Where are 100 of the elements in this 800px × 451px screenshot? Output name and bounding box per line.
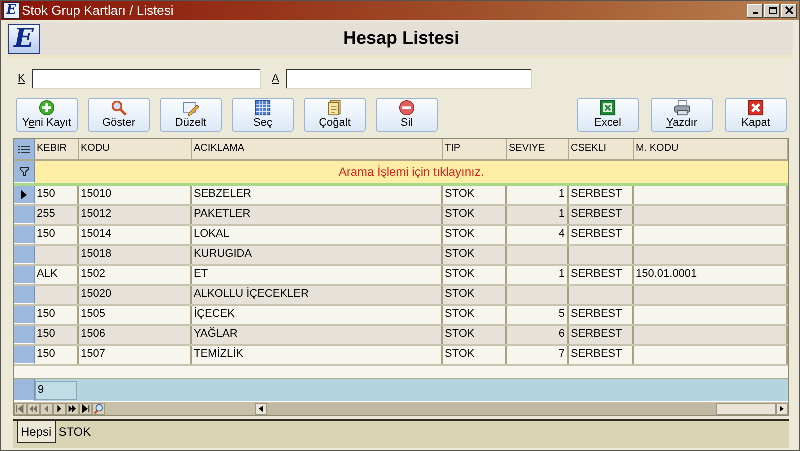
table-cell: 15014 [79,226,192,244]
app-logo: E [8,24,40,54]
field-label: A [272,73,280,85]
column-header[interactable]: SEVIYE [507,139,569,159]
toolbar-button[interactable]: Düzelt [160,98,222,132]
table-cell: 4 [507,226,569,244]
table-cell: SEBZELER [192,186,443,204]
window-title: Stok Grup Kartları / Listesi [22,3,175,18]
minimize-button[interactable] [747,4,763,18]
table-cell: ET [192,266,443,284]
row-selector[interactable] [14,266,35,284]
table-cell: STOK [443,206,507,224]
table-cell: ALK [35,266,79,284]
toolbar-button[interactable]: Yazdır [651,98,713,132]
current-row-marker[interactable] [14,186,35,204]
tab[interactable]: STOK [56,421,94,443]
table-row[interactable]: 150 1506 YAĞLAR STOK 6 SERBEST [14,326,788,346]
printer-icon [673,100,691,116]
table-cell: 150 [35,346,79,364]
table-cell: 150 [35,226,79,244]
table-cell: STOK [443,266,507,284]
table-cell: İÇECEK [192,306,443,324]
left-arrow-icon [259,406,263,412]
close-button[interactable] [781,4,797,18]
toolbar-button[interactable]: Kapat [725,98,787,132]
column-header[interactable]: KEBIR [35,139,79,159]
row-selector[interactable] [14,326,35,344]
row-selector[interactable] [14,246,35,264]
table-cell: 1 [507,206,569,224]
column-header[interactable]: ACIKLAMA [192,139,443,159]
search-row[interactable]: Arama İşlemi için tıklayınız. [35,161,788,183]
toolbar-button[interactable]: Sil [376,98,438,132]
table-cell: STOK [443,246,507,264]
maximize-icon [768,6,776,15]
right-arrow-icon [780,406,784,412]
column-header[interactable]: CSEKLI [569,139,634,159]
toolbar-button[interactable]: Excel [577,98,639,132]
search-field[interactable] [32,69,261,89]
table-row[interactable]: 15020 ALKOLLU İÇECEKLER STOK [14,286,788,306]
table-cell: SERBEST [569,266,634,284]
field-label: K [18,73,26,85]
list-icon [18,146,30,156]
page-title: Hesap Listesi [342,28,461,49]
table-cell: STOK [443,186,507,204]
search-icon [93,402,104,414]
maximize-button[interactable] [764,4,780,18]
row-selector[interactable] [14,346,35,364]
table-cell: STOK [443,306,507,324]
tab[interactable]: Hepsi [17,421,56,443]
table-cell: 150 [35,186,79,204]
column-header[interactable]: KODU [79,139,192,159]
column-header[interactable]: M. KODU [634,139,788,159]
table-cell: ALKOLLU İÇECEKLER [192,286,443,304]
table-cell: SERBEST [569,326,634,344]
table-cell: 6 [507,326,569,344]
table-cell: 7 [507,346,569,364]
document-icon [326,100,344,116]
column-header[interactable]: TIP [443,139,507,159]
scrollbar-thumb[interactable] [716,402,776,414]
table-cell: STOK [443,286,507,304]
table-cell: 1 [507,186,569,204]
fast-forward-button[interactable] [66,402,79,414]
table-cell: SERBEST [569,346,634,364]
horizontal-scrollbar[interactable] [255,402,788,414]
table-cell: SERBEST [569,226,634,244]
table-cell: 5 [507,306,569,324]
table-cell: 15018 [79,246,192,264]
search-button[interactable] [92,402,105,414]
row-selector[interactable] [14,286,35,304]
table-cell: SERBEST [569,206,634,224]
toolbar-button[interactable]: Yeni Kayıt [16,98,78,132]
record-count: 9 [35,381,77,400]
filter-icon [20,167,28,176]
next-button[interactable] [53,402,66,414]
table-cell: 1 [507,266,569,284]
table-cell: LOKAL [192,226,443,244]
toolbar-button[interactable]: Seç [232,98,294,132]
close-icon [747,100,765,116]
row-selector[interactable] [14,226,35,244]
first-icon [15,402,26,414]
table-cell: STOK [443,346,507,364]
table-row[interactable]: 255 15012 PAKETLER STOK 1 SERBEST [14,206,788,226]
table-cell: 1507 [79,346,192,364]
toolbar-button[interactable]: Göster [88,98,150,132]
table-row[interactable]: 15018 KURUGIDA STOK [14,246,788,266]
row-selector[interactable] [14,306,35,324]
pencil-icon [182,100,200,116]
table-cell: 1502 [79,266,192,284]
close-icon [784,6,794,15]
table-cell: SERBEST [569,306,634,324]
search-field[interactable] [286,69,532,89]
table-row[interactable]: 150 1507 TEMİZLİK STOK 7 SERBEST [14,346,788,366]
table-icon [254,100,272,116]
last-button[interactable] [79,402,92,414]
minus-icon [398,100,416,116]
fast-forward-icon [67,402,78,414]
table-cell: 150 [35,326,79,344]
app-icon: E [3,2,20,19]
toolbar-button[interactable]: Çoğalt [304,98,366,132]
table-cell: 255 [35,206,79,224]
